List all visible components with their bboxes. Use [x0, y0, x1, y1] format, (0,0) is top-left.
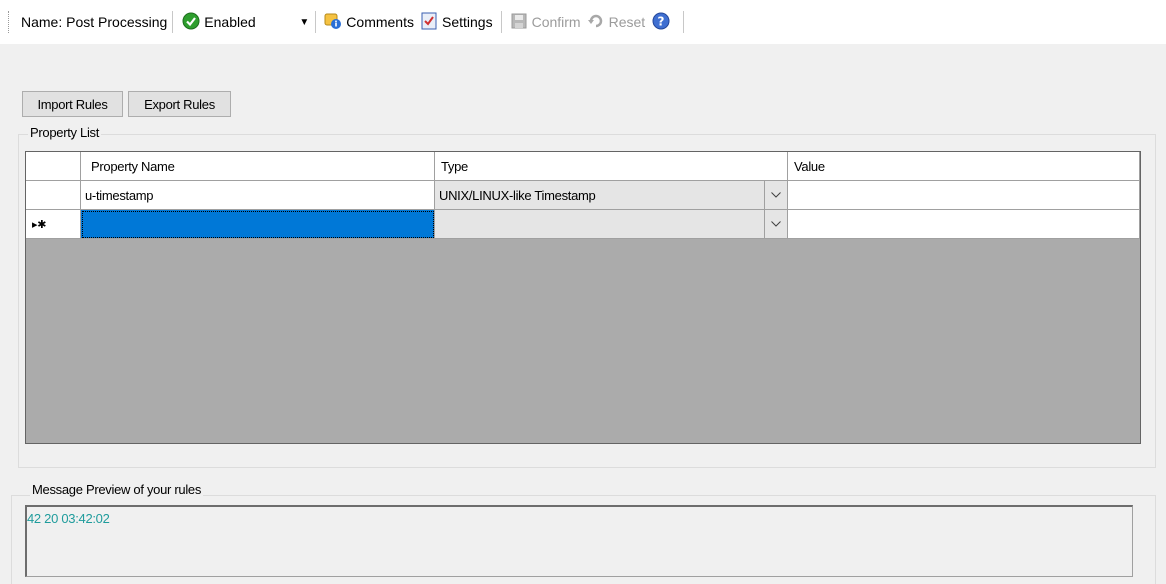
toolbar-separator [315, 11, 317, 33]
chevron-down-icon[interactable] [764, 181, 787, 209]
column-header-value[interactable]: Value [788, 152, 1140, 181]
row-header[interactable] [26, 181, 81, 210]
toolbar-separator [683, 11, 685, 33]
reset-button[interactable]: Reset [584, 10, 649, 34]
type-dropdown-cell[interactable]: UNIX/LINUX-like Timestamp [435, 181, 788, 210]
property-name-cell[interactable]: u-timestamp [81, 181, 435, 210]
new-property-name-cell[interactable] [81, 210, 435, 239]
svg-text:?: ? [658, 14, 665, 28]
table-row[interactable]: u-timestamp UNIX/LINUX-like Timestamp [26, 181, 1140, 210]
export-rules-button[interactable]: Export Rules [128, 91, 231, 117]
grid-header-row: Property Name Type Value [26, 152, 1140, 181]
save-disk-icon [510, 12, 532, 33]
column-header-property-name[interactable]: Property Name [81, 152, 435, 181]
comments-button[interactable]: Comments [321, 10, 417, 34]
chevron-down-icon[interactable] [764, 210, 787, 238]
comments-label: Comments [346, 14, 414, 30]
name-label: Name: Post Processing [21, 14, 168, 30]
property-list-title: Property List [28, 125, 102, 140]
column-header-type[interactable]: Type [435, 152, 788, 181]
new-table-row[interactable]: ▸✱ [26, 210, 1140, 239]
type-value: UNIX/LINUX-like Timestamp [439, 187, 596, 203]
message-preview-title: Message Preview of your rules [30, 482, 204, 497]
property-grid[interactable]: Property Name Type Value u-timestamp UNI… [25, 151, 1141, 444]
import-rules-button[interactable]: Import Rules [22, 91, 123, 117]
toolbar-separator [172, 11, 174, 33]
confirm-button[interactable]: Confirm [507, 10, 584, 34]
confirm-label: Confirm [531, 14, 581, 30]
settings-label: Settings [441, 14, 493, 30]
toolbar-grip[interactable] [8, 11, 12, 33]
help-button[interactable]: ? [648, 10, 678, 34]
status-dropdown[interactable]: Enabled ▼ [180, 10, 310, 34]
grid-corner-cell[interactable] [26, 152, 81, 181]
new-type-dropdown-cell[interactable] [435, 210, 788, 239]
message-preview-textbox[interactable]: 42 20 03:42:02 [25, 505, 1133, 577]
comments-icon [324, 12, 346, 33]
settings-button[interactable]: Settings [417, 10, 496, 34]
chevron-down-icon[interactable]: ▼ [298, 17, 310, 28]
toolbar-separator [500, 11, 502, 33]
help-icon: ? [651, 11, 675, 34]
value-cell[interactable] [788, 181, 1140, 210]
reset-label: Reset [608, 14, 646, 30]
toolbar: Name: Post Processing Enabled ▼ Comments… [0, 0, 1166, 44]
status-value: Enabled [204, 14, 256, 30]
reset-icon [587, 12, 609, 33]
new-value-cell[interactable] [788, 210, 1140, 239]
settings-checklist-icon [420, 12, 442, 33]
new-row-indicator-icon[interactable]: ▸✱ [26, 210, 81, 239]
check-circle-icon [182, 12, 200, 33]
